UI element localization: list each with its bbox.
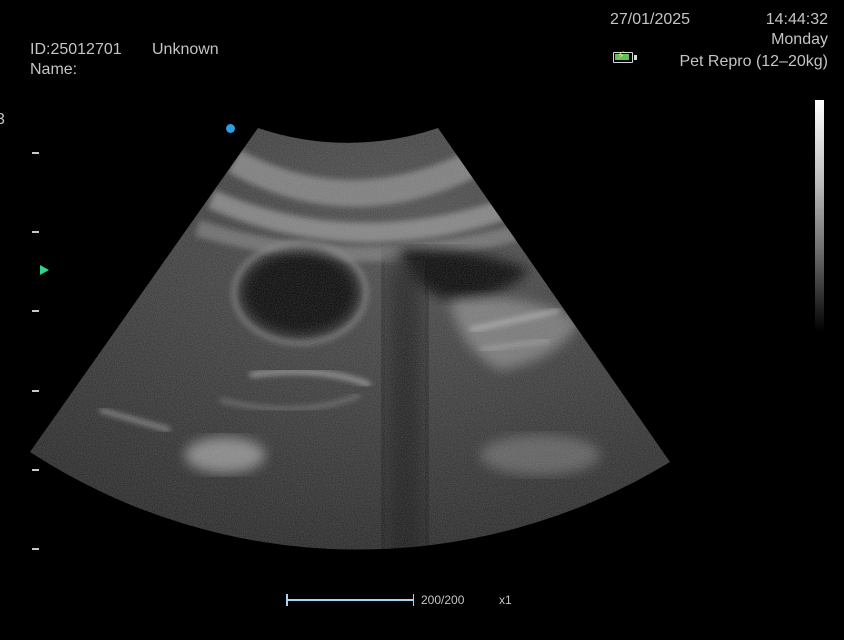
patient-id: ID:25012701 [30,41,122,58]
slider-end-handle[interactable] [412,594,414,606]
exam-date: 27/01/2025 [610,11,691,28]
depth-tick [32,390,39,392]
cine-frame-slider[interactable] [286,594,414,606]
orientation-marker-icon [226,124,235,133]
patient-name-label: Name: [30,61,78,78]
battery-charging-icon: ⚡ [613,50,637,63]
exam-preset[interactable]: Pet Repro (12–20kg) [679,52,828,72]
slider-start-handle[interactable] [286,594,288,606]
depth-tick [32,152,39,154]
depth-tick [32,231,39,233]
depth-tick [32,469,39,471]
bolt-icon: ⚡ [617,50,625,62]
focus-marker-icon[interactable] [40,265,49,275]
depth-tick [32,548,39,550]
exam-time: 14:44:32 [765,11,828,28]
depth-tick [32,310,39,312]
depth-scale-label: 3 [0,111,5,128]
ultrasound-image [30,128,670,550]
playback-speed[interactable]: x1 [499,593,512,607]
patient-status: Unknown [152,41,219,58]
exam-weekday: Monday [771,31,828,48]
grayscale-bar [815,100,824,332]
slider-track [286,599,414,601]
frame-counter: 200/200 [421,593,465,607]
